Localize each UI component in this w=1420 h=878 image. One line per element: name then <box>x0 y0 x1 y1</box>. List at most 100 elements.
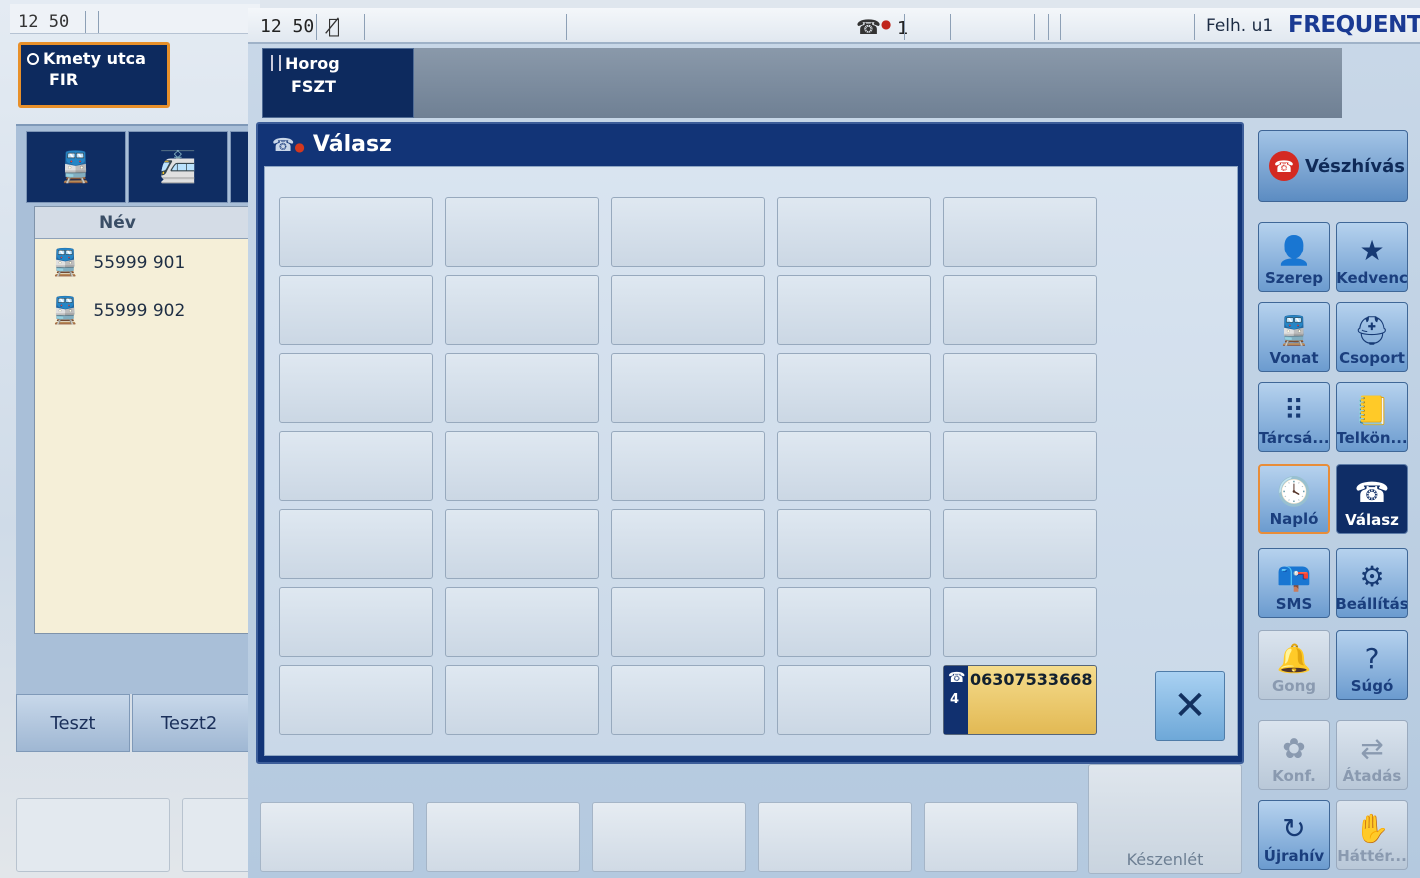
background-bottom-tabs: Teszt Teszt2 <box>16 694 260 752</box>
list-item[interactable]: 🚆 55999 902 <box>35 287 259 335</box>
background-tab-train-front[interactable]: 🚆 <box>26 131 126 203</box>
standby-button[interactable]: Készenlét <box>1088 764 1242 874</box>
conference-icon: ✿ <box>1282 732 1306 765</box>
background-call-button[interactable]: ✋ Háttér... <box>1336 800 1408 870</box>
gear-icon: ⚙ <box>1359 560 1385 593</box>
call-key-empty[interactable] <box>279 275 433 345</box>
dialog-title: ☎● Válasz <box>258 124 1242 164</box>
call-key-empty[interactable] <box>777 353 931 423</box>
train-button[interactable]: 🚆 Vonat <box>1258 302 1330 372</box>
brand-logo: FREQUENTIS <box>1288 12 1420 38</box>
call-key-empty[interactable] <box>611 431 765 501</box>
bottom-empty-key[interactable] <box>592 802 746 872</box>
call-key-empty[interactable] <box>445 587 599 657</box>
dialpad-icon: ⠿ <box>1283 394 1305 427</box>
incoming-call-key[interactable]: ☎ 06307533668 4 <box>943 665 1097 735</box>
train-icon: 🚆 <box>49 296 82 326</box>
mailbox-icon: 📪 <box>1276 560 1312 593</box>
train-icon: 🚆 <box>49 248 82 278</box>
bottom-empty-key[interactable] <box>924 802 1078 872</box>
answer-button[interactable]: ☎ Válasz <box>1336 464 1408 534</box>
gong-button[interactable]: 🔔 Gong <box>1258 630 1330 700</box>
call-key-empty[interactable] <box>445 275 599 345</box>
phone-icon: ☎ <box>948 670 966 686</box>
call-key-empty[interactable] <box>445 431 599 501</box>
close-icon: ✕ <box>1173 683 1207 729</box>
favorites-button[interactable]: ★ Kedvenc <box>1336 222 1408 292</box>
role-icon: 👤 <box>1276 234 1312 267</box>
sms-button[interactable]: 📪 SMS <box>1258 548 1330 618</box>
call-key-empty[interactable] <box>777 665 931 735</box>
call-key-empty[interactable] <box>777 275 931 345</box>
user-label: Felh. u1 <box>1206 16 1274 36</box>
call-key-empty[interactable] <box>279 353 433 423</box>
transfer-button[interactable]: ⇄ Átadás <box>1336 720 1408 790</box>
call-key-empty[interactable] <box>279 431 433 501</box>
hold-icon: ✋ <box>1354 812 1390 845</box>
phone-icon: ☎● <box>856 15 892 39</box>
phonebook-label: Telkön... <box>1336 429 1408 447</box>
phonebook-button[interactable]: 📒 Telkön... <box>1336 382 1408 452</box>
call-key-empty[interactable] <box>279 197 433 267</box>
dialpad-button[interactable]: ⠿ Tárcsá... <box>1258 382 1330 452</box>
bottom-empty-key[interactable] <box>260 802 414 872</box>
answer-dialog: ☎● Válasz ☎ 06307533668 4 ✕ <box>256 122 1244 764</box>
background-category-tabs: 🚆 🚈 <box>26 131 260 203</box>
background-position-sub: FIR <box>49 70 79 89</box>
call-key-empty[interactable] <box>279 587 433 657</box>
train-icon: 🚆 <box>57 149 95 185</box>
call-key-empty[interactable] <box>611 665 765 735</box>
call-key-empty[interactable] <box>777 431 931 501</box>
call-key-empty[interactable] <box>611 197 765 267</box>
log-button[interactable]: 🕓 Napló <box>1258 464 1330 534</box>
role-button[interactable]: 👤 Szerep <box>1258 222 1330 292</box>
help-button[interactable]: ? Súgó <box>1336 630 1408 700</box>
background-tab-train[interactable]: 🚈 <box>128 131 228 203</box>
call-key-empty[interactable] <box>777 197 931 267</box>
list-item[interactable]: 🚆 55999 901 <box>35 239 259 287</box>
call-key-empty[interactable] <box>943 275 1097 345</box>
call-key-empty[interactable] <box>611 587 765 657</box>
call-key-empty[interactable] <box>943 587 1097 657</box>
call-key-empty[interactable] <box>445 353 599 423</box>
emergency-call-button[interactable]: ☎ Vészhívás <box>1258 130 1408 202</box>
redial-button[interactable]: ↻ Újrahív <box>1258 800 1330 870</box>
group-label: Csoport <box>1339 349 1405 367</box>
caller-number: 06307533668 <box>970 670 1093 689</box>
call-key-empty[interactable] <box>445 665 599 735</box>
main-screen: 12 50 ⛓̸ ☎● 1 Felh. u1 FREQUENTIS Horog … <box>248 8 1420 878</box>
call-key-empty[interactable] <box>279 509 433 579</box>
bottom-empty-key[interactable] <box>426 802 580 872</box>
call-key-empty[interactable] <box>611 353 765 423</box>
position-card[interactable]: Horog FSZT <box>262 48 414 118</box>
settings-button[interactable]: ⚙ Beállítás <box>1336 548 1408 618</box>
bottom-empty-key[interactable] <box>758 802 912 872</box>
background-empty-key[interactable] <box>16 798 170 872</box>
role-label: Szerep <box>1264 269 1323 287</box>
call-key-empty[interactable] <box>943 353 1097 423</box>
call-key-empty[interactable] <box>777 587 931 657</box>
close-dialog-button[interactable]: ✕ <box>1155 671 1225 741</box>
call-key-empty[interactable] <box>611 275 765 345</box>
tab-teszt[interactable]: Teszt <box>16 694 130 752</box>
call-key-empty[interactable] <box>943 509 1097 579</box>
call-key-empty[interactable] <box>943 197 1097 267</box>
call-key-empty[interactable] <box>943 431 1097 501</box>
status-bar: 12 50 ⛓̸ ☎● 1 Felh. u1 FREQUENTIS <box>248 8 1420 44</box>
background-status-bar: 12 50 <box>10 4 260 34</box>
group-button[interactable]: ⛑ Csoport <box>1336 302 1408 372</box>
background-position-card[interactable]: Kmety utca FIR <box>18 42 170 108</box>
call-key-empty[interactable] <box>445 509 599 579</box>
bottom-key-row <box>260 802 1078 872</box>
call-key-empty[interactable] <box>777 509 931 579</box>
transfer-icon: ⇄ <box>1360 732 1384 765</box>
train-phone-icon: 🚆 <box>1276 314 1312 347</box>
train-number: 55999 902 <box>93 301 186 321</box>
emergency-call-label: Vészhívás <box>1305 155 1405 177</box>
call-key-empty[interactable] <box>611 509 765 579</box>
call-key-empty[interactable] <box>279 665 433 735</box>
conference-button[interactable]: ✿ Konf. <box>1258 720 1330 790</box>
background-call-label: Háttér... <box>1337 847 1407 865</box>
tab-teszt2[interactable]: Teszt2 <box>132 694 260 752</box>
call-key-empty[interactable] <box>445 197 599 267</box>
